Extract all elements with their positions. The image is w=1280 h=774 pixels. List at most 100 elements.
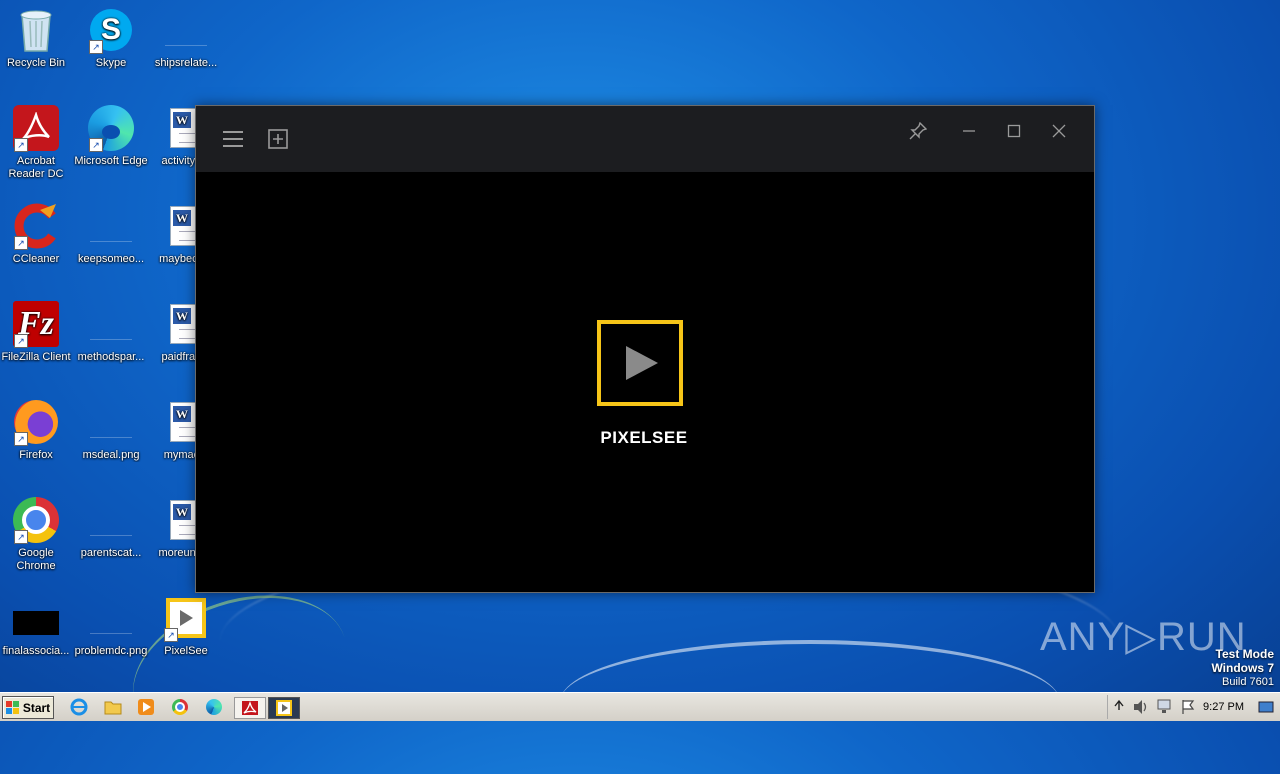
shortcut-arrow-icon: ↗	[14, 432, 28, 446]
minimize-icon	[963, 130, 975, 132]
firefox-icon: ↗	[12, 398, 60, 446]
desktop-icon-label: Google Chrome	[16, 547, 56, 572]
show-desktop-button[interactable]	[1258, 699, 1274, 718]
desktop-icon-pixelsee[interactable]: ↗ PixelSee	[148, 594, 224, 658]
shortcut-arrow-icon: ↗	[14, 530, 28, 544]
file-thumbnail-icon	[12, 604, 60, 642]
desktop-icon-label: Recycle Bin	[6, 57, 66, 69]
hamburger-menu-button[interactable]	[220, 128, 246, 150]
maximize-icon	[1007, 124, 1021, 138]
pin-icon	[909, 122, 927, 140]
desktop-icon	[1258, 701, 1274, 713]
logo-wordmark: PIXELSEE	[600, 428, 688, 447]
taskbar-chrome-button[interactable]	[169, 697, 191, 717]
open-file-button[interactable]	[266, 128, 290, 150]
start-button[interactable]: Start	[2, 696, 54, 719]
pixelsee-logo	[597, 320, 683, 406]
blank-file-icon	[87, 594, 135, 642]
desktop-icon-methodspar[interactable]: methodspar...	[73, 300, 149, 364]
chevron-up-icon	[1114, 699, 1124, 710]
desktop-icon-finalassocia[interactable]: finalassocia...	[0, 604, 74, 658]
pixelsee-window[interactable]: PIXELSEE	[195, 105, 1095, 593]
taskbar-ie-button[interactable]	[68, 697, 90, 717]
desktop-icon-msdeal[interactable]: msdeal.png	[73, 398, 149, 462]
desktop-icon-label: PixelSee	[164, 645, 208, 657]
skype-icon: S ↗	[87, 6, 135, 54]
blank-file-icon	[87, 398, 135, 446]
desktop-icon-label: Acrobat Reader DC	[8, 155, 64, 180]
window-titlebar[interactable]	[196, 106, 1094, 172]
chrome-icon	[172, 699, 188, 715]
desktop-icon-label: FileZilla Client	[1, 351, 71, 363]
speaker-icon	[1134, 700, 1147, 714]
close-button[interactable]	[1047, 120, 1071, 142]
taskbar-acrobat-button[interactable]	[234, 697, 266, 719]
system-tray: 9:27 PM	[1107, 695, 1280, 719]
desktop-icon-keepsomeo[interactable]: keepsomeo...	[73, 202, 149, 266]
network-icon	[1157, 699, 1171, 713]
desktop-icon-label: finalassocia...	[2, 645, 70, 657]
shortcut-arrow-icon: ↗	[14, 334, 28, 348]
filezilla-icon: Fz ↗	[12, 300, 60, 348]
windows-logo-icon	[5, 700, 19, 714]
taskbar-pixelsee-button[interactable]	[268, 697, 300, 719]
start-label: Start	[22, 700, 51, 715]
shortcut-arrow-icon: ↗	[89, 40, 103, 54]
desktop-icon-label: msdeal.png	[82, 449, 140, 461]
edge-icon: ↗	[87, 104, 135, 152]
desktop-icon-skype[interactable]: S ↗ Skype	[73, 6, 149, 70]
desktop-icon-shipsrelate[interactable]: shipsrelate...	[148, 6, 224, 70]
play-icon	[626, 346, 658, 380]
network-button[interactable]	[1156, 699, 1174, 718]
taskbar-media-player-button[interactable]	[135, 697, 157, 717]
desktop-icon-acrobat[interactable]: ↗ Acrobat Reader DC	[0, 104, 74, 181]
taskbar-explorer-button[interactable]	[102, 697, 124, 717]
hamburger-icon	[223, 131, 243, 147]
desktop-icon-ccleaner[interactable]: ↗ CCleaner	[0, 202, 74, 266]
desktop-icon-firefox[interactable]: ↗ Firefox	[0, 398, 74, 462]
desktop-icon-label: keepsomeo...	[77, 253, 145, 265]
folder-icon	[104, 701, 122, 715]
taskbar-clock[interactable]: 9:27 PM	[1203, 701, 1244, 713]
volume-button[interactable]	[1132, 699, 1150, 718]
acrobat-icon	[242, 700, 258, 715]
shortcut-arrow-icon: ↗	[164, 628, 178, 642]
desktop-icon-label: Microsoft Edge	[74, 155, 148, 167]
build-label: Build 7601	[1222, 676, 1274, 688]
taskbar-edge-button[interactable]	[203, 697, 225, 717]
add-box-icon	[268, 129, 288, 149]
maximize-button[interactable]	[1002, 120, 1026, 142]
action-center-button[interactable]	[1180, 699, 1196, 718]
flag-icon	[1182, 700, 1195, 714]
blank-file-icon	[87, 496, 135, 544]
edge-icon	[206, 699, 222, 715]
show-hidden-icons-button[interactable]	[1114, 699, 1124, 714]
shortcut-arrow-icon: ↗	[14, 236, 28, 250]
recycle-bin-icon	[12, 6, 60, 54]
os-label: Windows 7	[1211, 661, 1274, 675]
taskbar: Start 9:27 PM	[0, 692, 1280, 721]
desktop-icon-edge[interactable]: ↗ Microsoft Edge	[73, 104, 149, 168]
desktop-icon-recycle-bin[interactable]: Recycle Bin	[0, 6, 74, 70]
minimize-button[interactable]	[957, 120, 981, 142]
blank-file-icon	[87, 202, 135, 250]
ccleaner-icon: ↗	[12, 202, 60, 250]
media-player-icon	[138, 699, 154, 715]
internet-explorer-icon	[70, 698, 88, 716]
pixelsee-icon	[276, 700, 292, 716]
desktop-icon-label: parentscat...	[80, 547, 142, 559]
desktop-icon-parentscat[interactable]: parentscat...	[73, 496, 149, 560]
desktop-icon-label: problemdc.png	[74, 645, 148, 657]
blank-file-icon	[87, 300, 135, 348]
desktop-icon-chrome[interactable]: ↗ Google Chrome	[0, 496, 74, 573]
chrome-icon: ↗	[12, 496, 60, 544]
desktop-icon-label: Firefox	[19, 449, 53, 461]
desktop-icon-label: methodspar...	[77, 351, 145, 363]
close-icon	[1052, 124, 1066, 138]
test-mode-notice: Test Mode Windows 7 Build 7601	[1211, 647, 1274, 689]
desktop-icon-problemdc[interactable]: problemdc.png	[73, 594, 149, 658]
pin-button[interactable]	[907, 120, 929, 142]
shortcut-arrow-icon: ↗	[14, 138, 28, 152]
desktop-icon-filezilla[interactable]: Fz ↗ FileZilla Client	[0, 300, 74, 364]
blank-file-icon	[162, 6, 210, 54]
